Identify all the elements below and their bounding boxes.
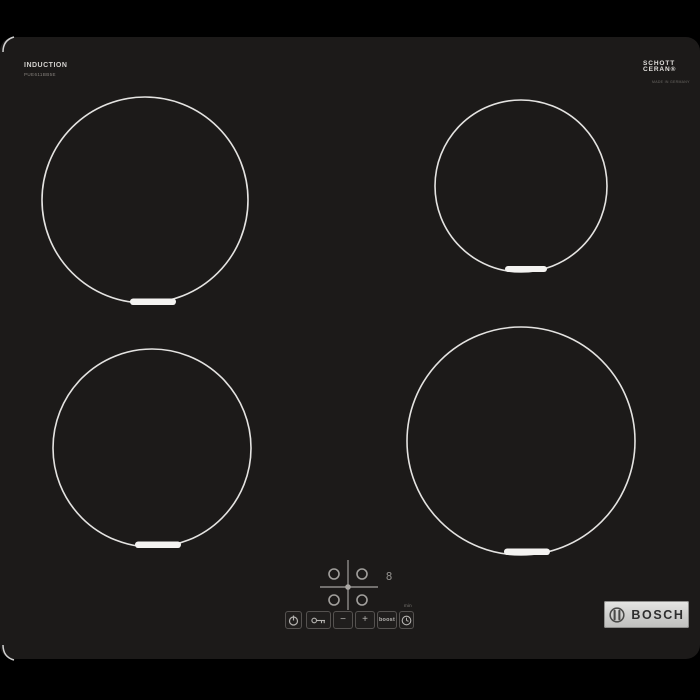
power-icon xyxy=(288,615,299,626)
bosch-badge: BOSCH xyxy=(604,601,689,628)
increase-button[interactable]: + xyxy=(355,611,375,629)
zone-select-front-left[interactable] xyxy=(328,594,340,606)
timer-button[interactable] xyxy=(399,611,414,629)
clock-icon xyxy=(401,615,412,625)
model-number: PUE611BB5E xyxy=(24,72,56,77)
bosch-wordmark: BOSCH xyxy=(631,607,685,622)
boost-button[interactable]: boost xyxy=(377,611,397,629)
zone-selector[interactable] xyxy=(320,558,378,612)
zone-select-front-right[interactable] xyxy=(356,594,368,606)
timer-min-label: min xyxy=(404,603,412,608)
schott-line2: CERAN® xyxy=(643,65,677,73)
child-lock-button[interactable] xyxy=(306,611,331,629)
zone-select-rear-right[interactable] xyxy=(356,568,368,580)
bosch-armature-icon xyxy=(609,606,626,623)
zone-select-rear-left[interactable] xyxy=(328,568,340,580)
zone-selector-center-dot xyxy=(345,584,351,590)
induction-label: INDUCTION xyxy=(24,62,68,69)
schott-line3: MADE IN GERMANY xyxy=(652,80,690,85)
power-button[interactable] xyxy=(285,611,302,629)
key-icon xyxy=(311,617,325,623)
surface-print-top-left: INDUCTION PUE611BB5E xyxy=(24,62,67,77)
cooktop-product-photo: INDUCTION PUE611BB5E SCHOTT CERAN® MADE … xyxy=(0,0,700,700)
decrease-button[interactable]: − xyxy=(333,611,353,629)
power-level-display: 8 xyxy=(385,570,393,583)
schott-ceran-logo: SCHOTT CERAN® MADE IN GERMANY xyxy=(643,60,690,85)
